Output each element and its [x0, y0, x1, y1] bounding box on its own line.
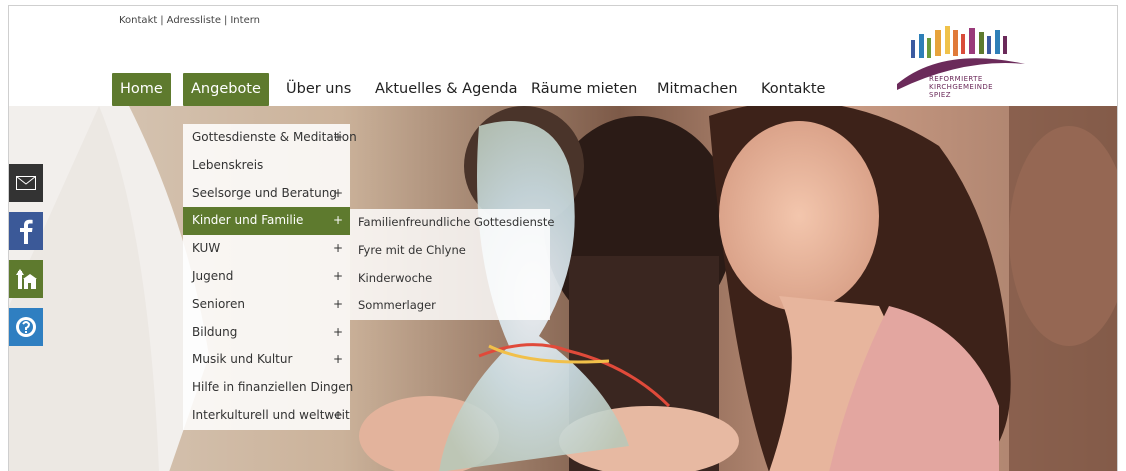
page-frame: Kontakt | Adressliste | Intern Home Angebote… — [8, 5, 1118, 471]
dropdown-item-label: KUW — [192, 241, 221, 256]
dropdown-item-label: Bildung — [192, 324, 238, 339]
dropdown-item-kuw[interactable]: KUW + — [183, 235, 350, 263]
dropdown-item-label: Kinder und Familie — [192, 213, 304, 228]
dropdown-item-musik-kultur[interactable]: Musik und Kultur + — [183, 346, 350, 374]
submenu-item-kinderwoche[interactable]: Kinderwoche — [350, 265, 550, 293]
dropdown-item-interkulturell[interactable]: Interkulturell und weltweit + — [183, 402, 350, 430]
dropdown-item-senioren[interactable]: Senioren + — [183, 291, 350, 319]
dropdown-item-label: Jugend — [192, 268, 234, 283]
nav-kontakte[interactable]: Kontakte — [761, 73, 825, 106]
nav-angebote[interactable]: Angebote — [183, 73, 269, 106]
dropdown-item-gottesdienste[interactable]: Gottesdienste & Meditation + — [183, 124, 357, 152]
dropdown-item-label: Lebenskreis — [192, 157, 264, 172]
logo[interactable] — [893, 16, 1033, 116]
facebook-icon[interactable] — [9, 212, 43, 250]
expand-plus-icon[interactable]: + — [333, 263, 343, 291]
angebote-dropdown: Gottesdienste & Meditation + Lebenskreis … — [183, 124, 357, 430]
expand-plus-icon[interactable]: + — [333, 291, 343, 319]
church-icon[interactable] — [9, 260, 43, 298]
util-separator: | — [223, 15, 228, 26]
expand-plus-icon[interactable]: + — [333, 235, 343, 263]
submenu-item-fyre-mit-de-chlyne[interactable]: Fyre mit de Chlyne — [350, 237, 550, 265]
logo-text: REFORMIERTE KIRCHGEMEINDE SPIEZ — [929, 75, 993, 99]
expand-plus-icon[interactable]: + — [333, 207, 343, 235]
util-link-intern[interactable]: Intern — [230, 15, 260, 26]
expand-plus-icon[interactable]: + — [333, 346, 343, 374]
help-icon[interactable] — [9, 308, 43, 346]
dropdown-item-jugend[interactable]: Jugend + — [183, 263, 350, 291]
dropdown-item-hilfe-finanzen[interactable]: Hilfe in finanziellen Dingen — [183, 374, 354, 402]
dropdown-item-seelsorge[interactable]: Seelsorge und Beratung + — [183, 180, 350, 208]
submenu-item-familienfreundliche-gottesdienste[interactable]: Familienfreundliche Gottesdienste — [350, 209, 554, 237]
social-sidebar — [9, 164, 43, 356]
nav-home[interactable]: Home — [112, 73, 171, 106]
util-link-kontakt[interactable]: Kontakt — [119, 15, 157, 26]
nav-aktuelles-agenda[interactable]: Aktuelles & Agenda — [375, 73, 518, 106]
expand-plus-icon[interactable]: + — [333, 180, 343, 208]
dropdown-item-kinder-familie[interactable]: Kinder und Familie + — [183, 207, 350, 236]
mail-icon[interactable] — [9, 164, 43, 202]
util-link-adressliste[interactable]: Adressliste — [167, 15, 221, 26]
util-separator: | — [160, 15, 164, 26]
expand-plus-icon[interactable]: + — [333, 402, 343, 430]
utility-links: Kontakt | Adressliste | Intern — [119, 15, 260, 26]
nav-ueber-uns[interactable]: Über uns — [286, 73, 351, 106]
dropdown-item-label: Hilfe in finanziellen Dingen — [192, 380, 354, 395]
nav-raeume-mieten[interactable]: Räume mieten — [531, 73, 637, 106]
kinder-familie-submenu: Familienfreundliche Gottesdienste Fyre m… — [350, 209, 554, 321]
dropdown-item-label: Musik und Kultur — [192, 352, 293, 367]
hero-image — [9, 106, 1117, 471]
hero-photo — [9, 106, 1117, 471]
dropdown-item-label: Senioren — [192, 296, 245, 311]
dropdown-item-bildung[interactable]: Bildung + — [183, 319, 350, 347]
logo-graphic — [897, 26, 1025, 90]
dropdown-item-label: Seelsorge und Beratung — [192, 185, 337, 200]
submenu-item-sommerlager[interactable]: Sommerlager — [350, 292, 550, 320]
dropdown-item-label: Interkulturell und weltweit — [192, 407, 350, 422]
dropdown-item-lebenskreis[interactable]: Lebenskreis — [183, 152, 350, 180]
expand-plus-icon[interactable]: + — [333, 319, 343, 347]
expand-plus-icon[interactable]: + — [333, 124, 343, 152]
nav-mitmachen[interactable]: Mitmachen — [657, 73, 738, 106]
